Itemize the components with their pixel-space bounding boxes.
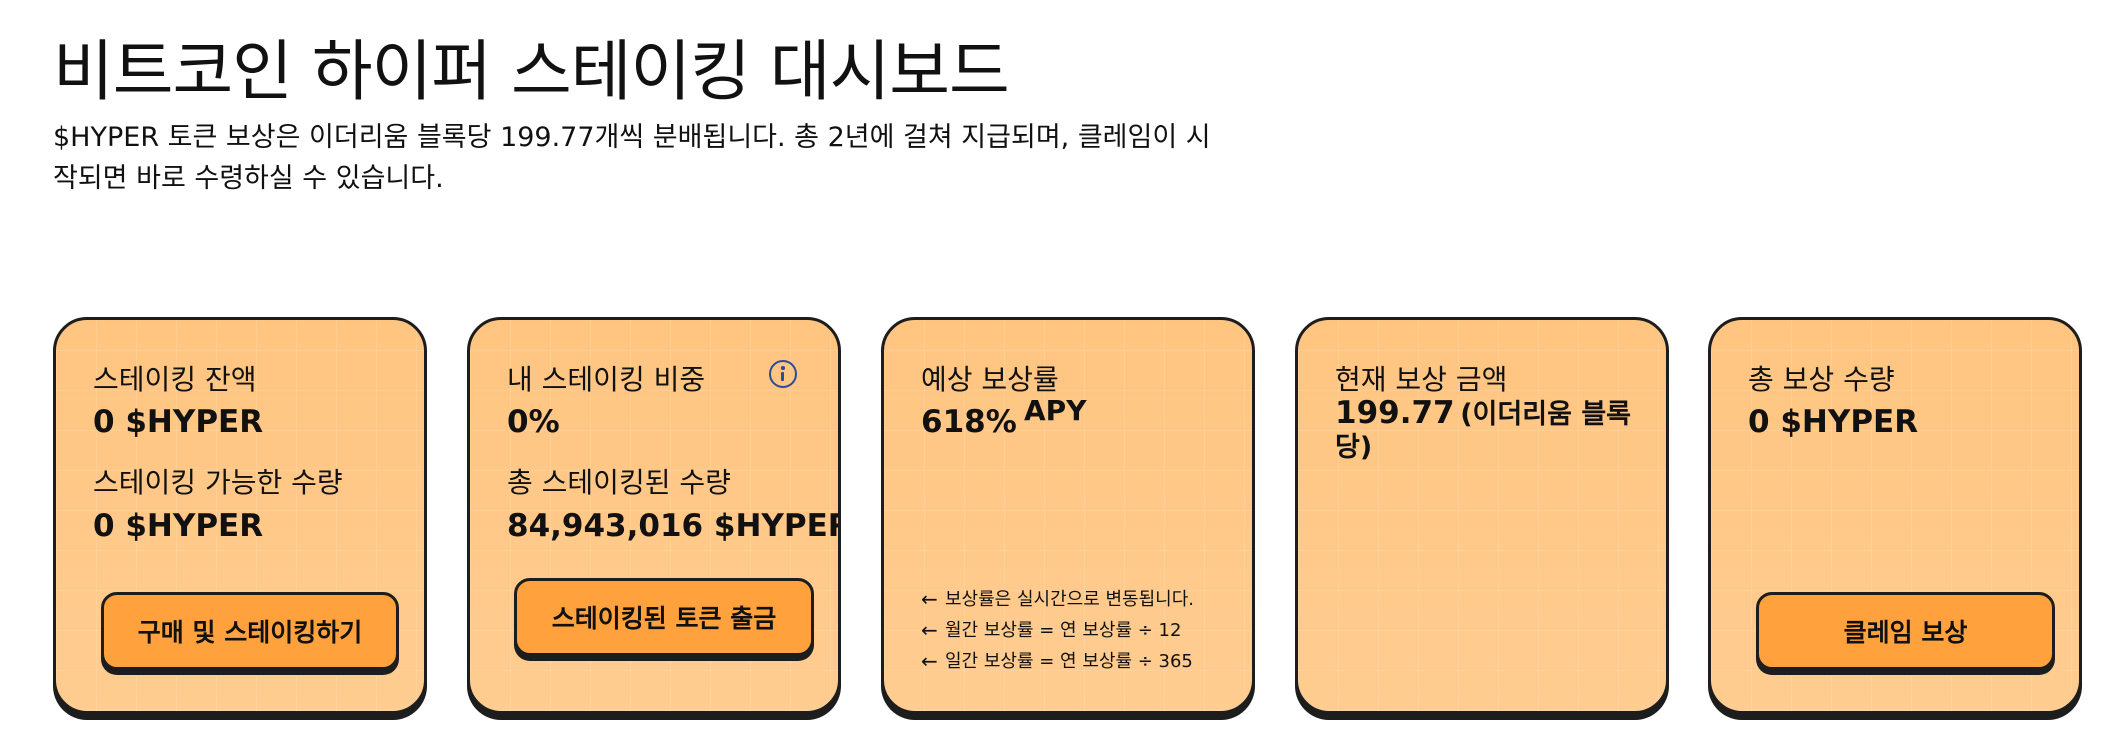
arrow-left-icon: ← bbox=[921, 649, 938, 673]
current-reward-amount-card: 현재 보상 금액 199.77 (이더리움 블록당) bbox=[1295, 317, 1669, 714]
arrow-left-icon: ← bbox=[921, 587, 938, 611]
my-staking-share-value: 0% bbox=[507, 404, 560, 440]
my-staking-share-label: 내 스테이킹 비중 bbox=[507, 363, 706, 396]
total-rewards-value: 0 $HYPER bbox=[1748, 404, 1919, 440]
stakeable-amount-value: 0 $HYPER bbox=[93, 508, 264, 544]
claim-rewards-button[interactable]: 클레임 보상 bbox=[1756, 592, 2055, 670]
page-subtitle: $HYPER 토큰 보상은 이더리움 블록당 199.77개씩 분배됩니다. 총… bbox=[53, 122, 1211, 194]
apy-unit: APY bbox=[1024, 394, 1087, 427]
stakeable-amount-label: 스테이킹 가능한 수량 bbox=[93, 466, 343, 499]
staking-balance-value: 0 $HYPER bbox=[93, 404, 264, 440]
arrow-left-icon: ← bbox=[921, 618, 938, 642]
total-staked-label: 총 스테이킹된 수량 bbox=[507, 466, 731, 499]
staking-balance-label: 스테이킹 잔액 bbox=[93, 363, 257, 396]
expected-reward-rate-card: 예상 보상률 618% APY ← 보상률은 실시간으로 변동됩니다. ← 월간… bbox=[881, 317, 1255, 714]
info-icon[interactable] bbox=[769, 360, 797, 388]
total-rewards-label: 총 보상 수량 bbox=[1748, 363, 1895, 396]
buy-and-stake-button[interactable]: 구매 및 스테이킹하기 bbox=[101, 592, 399, 670]
total-rewards-card: 총 보상 수량 0 $HYPER 클레임 보상 bbox=[1708, 317, 2082, 714]
reward-rate-note: ← 일간 보상률 = 연 보상률 ÷ 365 bbox=[921, 646, 1194, 677]
note-text: 보상률은 실시간으로 변동됩니다. bbox=[945, 589, 1195, 610]
staking-dashboard: 비트코인 하이퍼 스테이킹 대시보드 $HYPER 토큰 보상은 이더리움 블록… bbox=[0, 0, 2124, 742]
current-reward-amount-value: 199.77 bbox=[1335, 395, 1455, 431]
total-staked-value: 84,943,016 $HYPER bbox=[507, 508, 841, 544]
note-text: 일간 보상률 = 연 보상률 ÷ 365 bbox=[945, 651, 1193, 672]
reward-rate-note: ← 보상률은 실시간으로 변동됩니다. bbox=[921, 584, 1194, 615]
my-staking-share-card: 내 스테이킹 비중 0% 총 스테이킹된 수량 84,943,016 $HYPE… bbox=[467, 317, 841, 714]
reward-rate-notes: ← 보상률은 실시간으로 변동됩니다. ← 월간 보상률 = 연 보상률 ÷ 1… bbox=[921, 584, 1194, 677]
staking-balance-card: 스테이킹 잔액 0 $HYPER 스테이킹 가능한 수량 0 $HYPER 구매… bbox=[53, 317, 427, 714]
current-reward-amount: 199.77 (이더리움 블록당) bbox=[1335, 398, 1635, 466]
current-reward-amount-label: 현재 보상 금액 bbox=[1335, 363, 1508, 396]
page-title: 비트코인 하이퍼 스테이킹 대시보드 bbox=[53, 33, 1010, 110]
note-text: 월간 보상률 = 연 보상률 ÷ 12 bbox=[945, 620, 1182, 641]
expected-reward-rate-label: 예상 보상률 bbox=[921, 363, 1059, 396]
reward-rate-note: ← 월간 보상률 = 연 보상률 ÷ 12 bbox=[921, 615, 1194, 646]
withdraw-staked-button[interactable]: 스테이킹된 토큰 출금 bbox=[514, 578, 814, 656]
expected-reward-rate-value: 618% bbox=[921, 404, 1017, 440]
